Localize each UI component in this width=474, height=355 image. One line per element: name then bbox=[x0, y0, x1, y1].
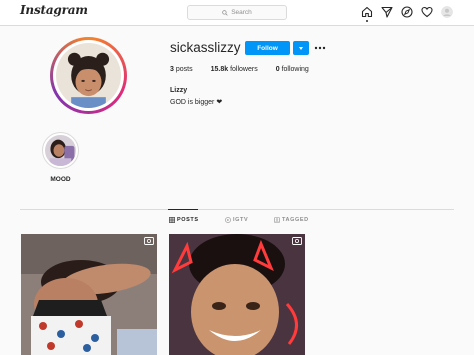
story-highlight-mood[interactable] bbox=[42, 132, 79, 169]
heart-emoji: ❤ bbox=[216, 99, 223, 106]
video-icon bbox=[144, 237, 154, 245]
follow-button[interactable]: Follow bbox=[245, 41, 290, 55]
instagram-logo[interactable]: Instagram bbox=[20, 3, 88, 17]
tab-igtv-label: IGTV bbox=[233, 217, 249, 223]
search-placeholder: Search bbox=[231, 9, 252, 16]
profile-icon[interactable] bbox=[441, 6, 453, 18]
more-horizontal-icon bbox=[314, 46, 326, 50]
more-options-button[interactable] bbox=[314, 42, 326, 54]
direct-icon[interactable] bbox=[381, 6, 393, 18]
video-icon bbox=[292, 237, 302, 245]
home-active-indicator bbox=[366, 20, 368, 22]
tab-posts-label: POSTS bbox=[177, 217, 199, 223]
tagged-icon bbox=[274, 217, 280, 223]
top-navigation-bar: Instagram Search bbox=[0, 0, 474, 26]
suggested-accounts-dropdown-button[interactable] bbox=[293, 41, 309, 55]
highlight-label: MOOD bbox=[50, 176, 71, 183]
tab-igtv[interactable]: IGTV bbox=[225, 217, 248, 223]
followers-stat[interactable]: 15.8k followers bbox=[211, 66, 258, 73]
tab-tagged[interactable]: TAGGED bbox=[274, 217, 309, 223]
bio-text: GOD is bigger bbox=[170, 99, 215, 106]
search-box[interactable]: Search bbox=[187, 5, 287, 20]
profile-full-name: Lizzy bbox=[170, 87, 188, 94]
profile-bio: GOD is bigger ❤ bbox=[170, 98, 222, 106]
activity-icon[interactable] bbox=[421, 6, 433, 18]
igtv-icon bbox=[225, 217, 231, 223]
tabs-divider bbox=[20, 209, 454, 210]
post-thumbnail[interactable] bbox=[169, 234, 305, 355]
posts-stat: 3 posts bbox=[170, 66, 193, 73]
grid-icon bbox=[169, 217, 175, 223]
avatar bbox=[56, 43, 121, 108]
search-icon bbox=[222, 9, 228, 16]
post-image bbox=[21, 234, 157, 355]
active-tab-indicator bbox=[168, 209, 198, 210]
chevron-down-icon bbox=[299, 46, 303, 50]
profile-username: sickasslizzy bbox=[170, 40, 241, 55]
tab-posts[interactable]: POSTS bbox=[169, 217, 199, 223]
profile-stats: 3 posts 15.8k followers 0 following bbox=[170, 66, 309, 73]
profile-avatar-story-ring[interactable] bbox=[50, 37, 127, 114]
explore-icon[interactable] bbox=[401, 6, 413, 18]
post-image bbox=[169, 234, 305, 355]
following-stat[interactable]: 0 following bbox=[276, 66, 309, 73]
tab-tagged-label: TAGGED bbox=[282, 217, 309, 223]
post-thumbnail[interactable] bbox=[21, 234, 157, 355]
home-icon[interactable] bbox=[361, 6, 373, 18]
highlight-cover-image bbox=[45, 135, 76, 166]
